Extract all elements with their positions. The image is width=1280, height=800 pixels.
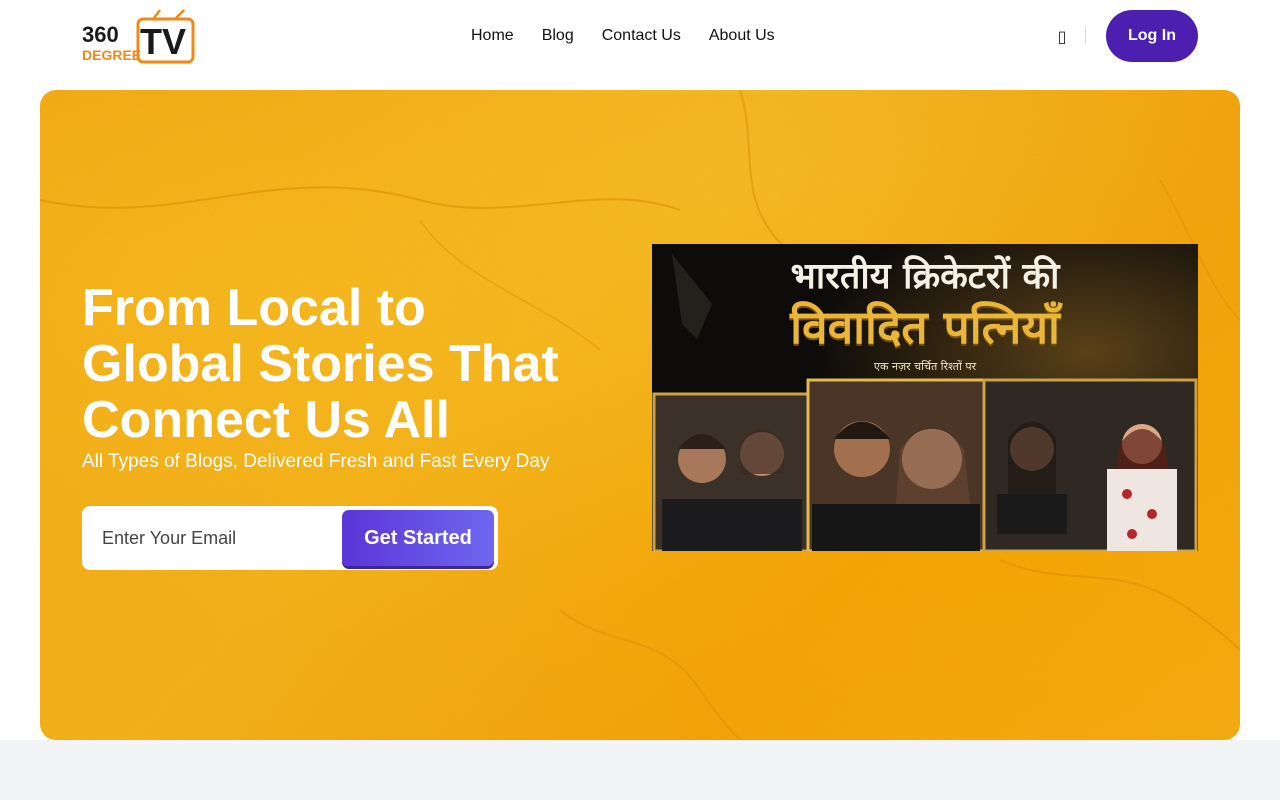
featured-headline-line-2: विवादित पत्नियाँ [790,300,1060,354]
hero-subtitle: All Types of Blogs, Delivered Fresh and … [82,451,550,472]
photo-frame-left [652,392,810,551]
photo-frame-center [806,378,986,551]
hero-title: From Local to Global Stories That Connec… [82,280,642,448]
nav-blog[interactable]: Blog [542,26,574,46]
featured-tagline: एक नज़र चर्चित रिश्तों पर [873,360,977,373]
main-nav: Home Blog Contact Us About Us [471,26,775,46]
nav-about-us[interactable]: About Us [709,26,775,46]
hero-title-line-1: From Local to [82,279,426,337]
featured-post-image[interactable]: भारतीय क्रिकेटरों की विवादित पत्नियाँ एक… [652,244,1198,551]
logo-icon: 360 TV DEGREE [82,9,195,64]
next-section-band [0,740,1280,800]
site-logo[interactable]: 360 TV DEGREE [80,8,196,66]
nav-home[interactable]: Home [471,26,514,46]
header-divider [1085,26,1086,44]
get-started-button[interactable]: Get Started [342,510,494,566]
logo-bottom-text: DEGREE [82,47,141,63]
featured-headline-line-1: भारतीय क्रिकेटरों की [790,256,1060,297]
hero-title-line-3: Connect Us All [82,391,450,449]
logo-tv-text: TV [140,21,186,62]
subscribe-form: Get Started [82,506,498,570]
hero-title-line-2: Global Stories That [82,335,559,393]
hero-banner: From Local to Global Stories That Connec… [40,90,1240,740]
site-header: 360 TV DEGREE Home Blog Contact Us About… [0,0,1280,90]
login-button[interactable]: Log In [1106,10,1198,62]
nav-contact-us[interactable]: Contact Us [602,26,681,46]
search-icon: ▯ [1057,26,1067,46]
photo-frame-right [982,378,1198,551]
email-input[interactable] [90,514,340,562]
search-button[interactable]: ▯ [1052,24,1072,48]
logo-top-text: 360 [82,22,119,47]
